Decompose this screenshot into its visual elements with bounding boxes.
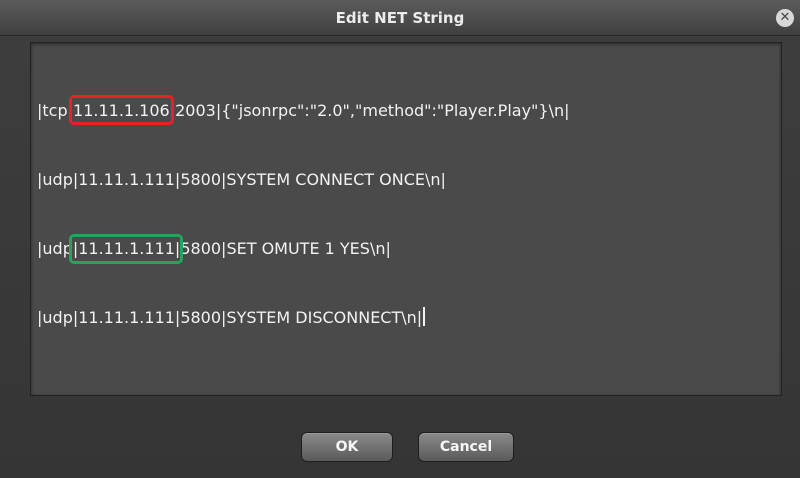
highlight-red-ip: 11.11.1.106 xyxy=(69,95,174,125)
code-line-3-suffix: 5800|SET OMUTE 1 YES\n| xyxy=(180,239,391,258)
cancel-button[interactable]: Cancel xyxy=(418,432,514,462)
code-line-4: |udp|11.11.1.111|5800|SYSTEM DISCONNECT\… xyxy=(37,306,570,329)
code-line-3-prefix: |udp xyxy=(37,239,73,258)
code-line-2-text: |udp|11.11.1.111|5800|SYSTEM CONNECT ONC… xyxy=(37,170,446,189)
code-line-1: |tcp|11.11.1.106|2003|{"jsonrpc":"2.0","… xyxy=(37,95,570,125)
ok-button[interactable]: OK xyxy=(301,432,393,462)
dialog-footer: OK Cancel xyxy=(0,412,800,478)
code-lines: |tcp|11.11.1.106|2003|{"jsonrpc":"2.0","… xyxy=(37,53,570,375)
code-line-4-text: |udp|11.11.1.111|5800|SYSTEM DISCONNECT\… xyxy=(37,308,423,327)
code-line-1-prefix: |tcp| xyxy=(37,101,74,120)
close-icon[interactable]: ✕ xyxy=(776,9,794,27)
code-line-2: |udp|11.11.1.111|5800|SYSTEM CONNECT ONC… xyxy=(37,168,570,191)
highlight-green-ip: |11.11.1.111| xyxy=(68,234,184,264)
edit-net-string-dialog: Edit NET String ✕ |tcp|11.11.1.106|2003|… xyxy=(0,0,800,478)
code-line-3: |udp|11.11.1.111|5800|SET OMUTE 1 YES\n| xyxy=(37,234,570,264)
dialog-title: Edit NET String xyxy=(335,9,465,27)
code-line-1-suffix: |2003|{"jsonrpc":"2.0","method":"Player.… xyxy=(169,101,570,120)
text-caret xyxy=(423,307,426,326)
net-string-textarea[interactable]: |tcp|11.11.1.106|2003|{"jsonrpc":"2.0","… xyxy=(30,42,782,396)
title-bar: Edit NET String ✕ xyxy=(0,0,800,36)
